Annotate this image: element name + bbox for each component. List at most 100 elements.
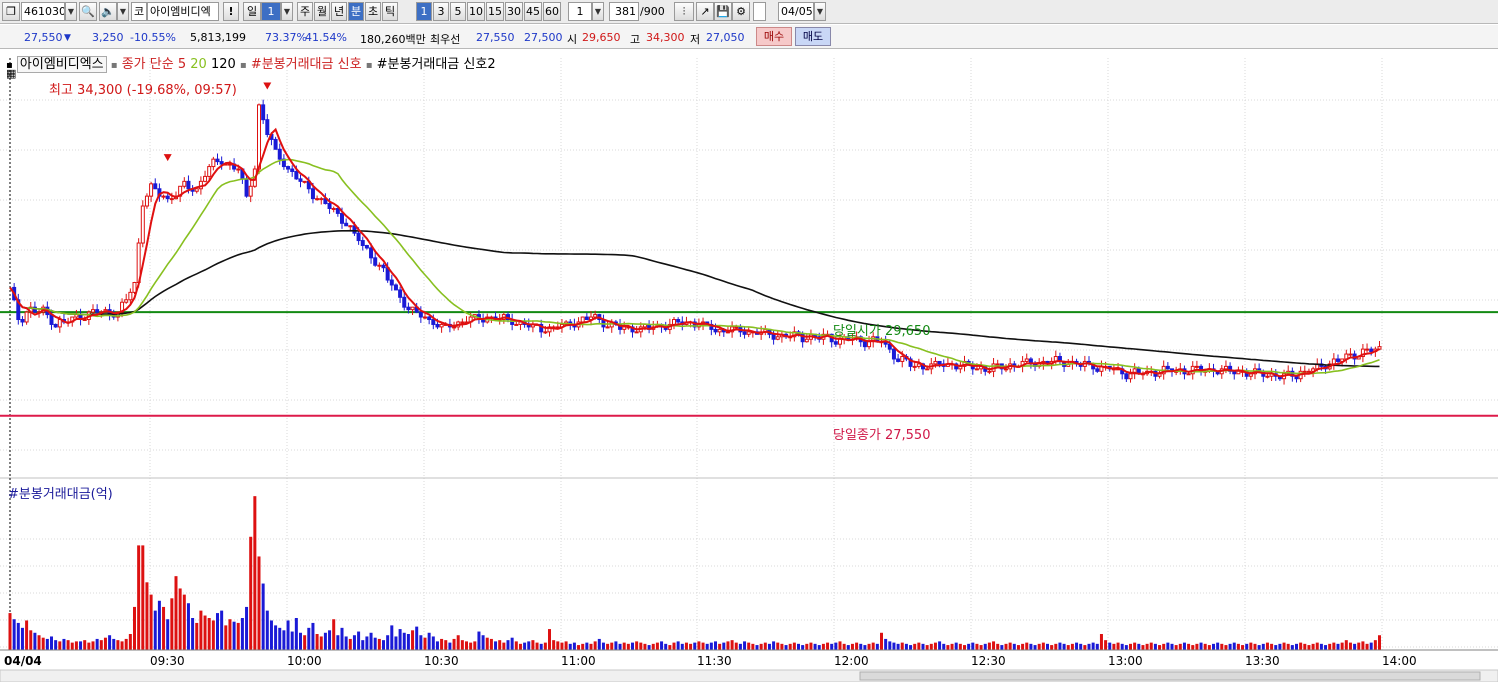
volume-bar xyxy=(369,632,373,650)
candle-body xyxy=(862,341,867,348)
period-button-4[interactable]: 초 xyxy=(365,2,381,21)
interval-button-15[interactable]: 15 xyxy=(486,2,504,21)
candle-body xyxy=(838,338,842,345)
period-number-input[interactable]: 1 xyxy=(261,2,281,21)
volume-bar xyxy=(601,642,605,650)
stock-name-field[interactable]: 아이엠비디엑 xyxy=(147,2,219,21)
period-day-button[interactable]: 일 xyxy=(243,2,261,21)
volume-bar xyxy=(1162,643,1166,650)
volume-bar xyxy=(1340,642,1344,650)
volume-bar xyxy=(734,642,738,650)
legend-ma120[interactable]: 120 xyxy=(211,57,236,72)
volume-bar xyxy=(440,638,444,650)
candle-body xyxy=(746,331,751,335)
candle-body xyxy=(149,183,154,197)
volume-bar xyxy=(178,588,182,650)
sell-button[interactable]: 매도 xyxy=(795,27,831,46)
date-input[interactable]: 04/05 xyxy=(778,2,814,21)
legend-ma-label[interactable]: 종가 단순 5 xyxy=(122,57,186,72)
stock-code-input[interactable]: 461030 xyxy=(21,2,65,21)
volume-bar xyxy=(357,631,361,650)
scrollbar-thumb[interactable] xyxy=(859,671,1481,681)
candle-body xyxy=(57,319,62,328)
speaker-icon[interactable]: 🔈 xyxy=(99,2,117,21)
legend-signal2[interactable]: #분봉거래대금 신호2 xyxy=(377,57,496,72)
interval-button-10[interactable]: 10 xyxy=(467,2,485,21)
chevron-down-icon[interactable]: ▼ xyxy=(65,2,77,21)
candle-body xyxy=(219,161,224,165)
volume-bar xyxy=(361,640,365,650)
price-chart[interactable]: 04/04 09:30 10:00 10:30 11:00 11:30 12:00 12:30… xyxy=(0,50,1498,682)
table-icon[interactable]: ▦ xyxy=(6,67,16,80)
volume-bar xyxy=(1270,643,1274,650)
legend-ma20[interactable]: 20 xyxy=(190,57,207,72)
volume-bar xyxy=(261,583,265,650)
volume-bar xyxy=(91,641,95,650)
search-icon[interactable]: 🔍 xyxy=(79,2,97,21)
interval-button-60[interactable]: 60 xyxy=(543,2,561,21)
volume-bar xyxy=(390,625,394,650)
interval-button-5[interactable]: 5 xyxy=(450,2,466,21)
interval-input[interactable]: 1 xyxy=(568,2,592,21)
volume-bar xyxy=(328,630,332,650)
volume-bar xyxy=(772,641,776,650)
candle-body xyxy=(194,188,199,192)
candle-type-icon[interactable]: ⫶ xyxy=(674,2,694,21)
volume-bar xyxy=(87,642,91,650)
volume-bar xyxy=(1353,643,1357,650)
market-badge[interactable]: 코 xyxy=(131,2,147,21)
buy-button[interactable]: 매수 xyxy=(756,27,792,46)
calendar-icon[interactable]: ▼ xyxy=(814,2,826,21)
interval-dropdown[interactable]: ▼ xyxy=(592,2,604,21)
speaker-dropdown[interactable]: ▼ xyxy=(117,2,129,21)
window-icon[interactable]: ❐ xyxy=(2,2,20,21)
volume-bar xyxy=(1016,645,1020,650)
legend-stock-name[interactable]: 아이엠비디엑스 xyxy=(16,56,107,73)
volume-bar xyxy=(83,640,87,650)
volume-bar xyxy=(16,622,20,650)
period-button-3[interactable]: 분 xyxy=(348,2,364,21)
interval-button-3[interactable]: 3 xyxy=(433,2,449,21)
volume-bar xyxy=(850,643,854,650)
volume-bar xyxy=(315,634,319,650)
volume-bar xyxy=(743,641,747,650)
legend-signal1[interactable]: #분봉거래대금 신호 xyxy=(251,57,362,72)
volume-bar xyxy=(987,642,991,650)
period-button-0[interactable]: 주 xyxy=(297,2,313,21)
volume-bar xyxy=(805,643,809,650)
volume-bar xyxy=(1129,643,1132,650)
interval-button-45[interactable]: 45 xyxy=(524,2,542,21)
volume-bar xyxy=(896,643,900,650)
volume-bar xyxy=(834,642,838,650)
volume-bar xyxy=(398,629,402,650)
candle-body xyxy=(286,166,291,170)
interval-button-1[interactable]: 1 xyxy=(416,2,432,21)
candle-body xyxy=(344,222,349,227)
volume-bar xyxy=(1182,642,1186,650)
alert-button[interactable]: ! xyxy=(223,2,239,21)
volume-bar xyxy=(635,641,639,650)
period-dropdown[interactable]: ▼ xyxy=(281,2,293,21)
period-button-1[interactable]: 월 xyxy=(314,2,330,21)
period-button-5[interactable]: 틱 xyxy=(382,2,398,21)
volume-bar xyxy=(1286,643,1290,650)
volume-bar xyxy=(593,641,597,650)
gear-icon[interactable]: ⚙ xyxy=(732,2,750,21)
count-input[interactable]: 381 xyxy=(609,2,639,21)
legend-marker-icon: ▪ xyxy=(365,60,373,71)
time-tick-label: 12:30 xyxy=(971,654,1006,668)
volume-bar xyxy=(307,627,311,650)
volume-bar xyxy=(489,638,493,650)
volume-bar xyxy=(705,643,709,650)
candle-body xyxy=(140,205,145,244)
volume-bar xyxy=(618,643,622,650)
interval-button-30[interactable]: 30 xyxy=(505,2,523,21)
candle-body xyxy=(215,158,220,163)
candle-body xyxy=(423,316,427,319)
date-checkbox[interactable] xyxy=(753,2,766,21)
volume-bar xyxy=(278,627,282,650)
candle-body xyxy=(916,363,921,367)
period-button-2[interactable]: 년 xyxy=(331,2,347,21)
line-tool-icon[interactable]: ↗ xyxy=(696,2,714,21)
save-icon[interactable]: 💾 xyxy=(714,2,732,21)
